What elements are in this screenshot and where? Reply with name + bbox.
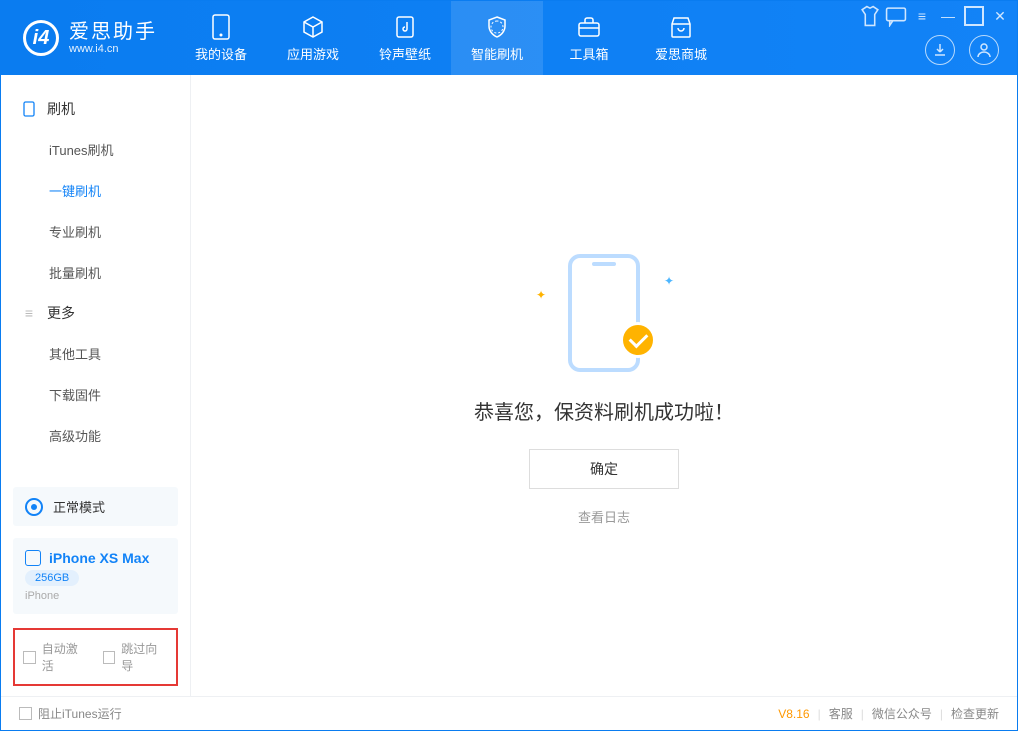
nav-store[interactable]: 爱思商城 [635,1,727,75]
view-log-link[interactable]: 查看日志 [578,507,630,526]
support-link[interactable]: 客服 [829,705,853,722]
device-icon [25,550,41,566]
titlebar-actions [925,35,999,65]
sidebar: 刷机 iTunes刷机 一键刷机 专业刷机 批量刷机 ≡ 更多 其他工具 下载固… [1,75,191,696]
check-icon [620,322,656,358]
store-icon [668,14,694,40]
minimize-button[interactable]: — [937,5,959,27]
nav-ringtones[interactable]: 铃声壁纸 [359,1,451,75]
checkbox-icon [103,651,116,664]
checkbox-icon [19,707,32,720]
titlebar: i4 爱思助手 www.i4.cn 我的设备 应用游戏 铃声壁纸 智能刷机 [1,1,1017,75]
group-title: 刷机 [47,99,75,119]
app-window: i4 爱思助手 www.i4.cn 我的设备 应用游戏 铃声壁纸 智能刷机 [0,0,1018,731]
nav-my-device[interactable]: 我的设备 [175,1,267,75]
mode-card[interactable]: 正常模式 [13,487,178,526]
success-message: 恭喜您，保资料刷机成功啦！ [474,396,734,425]
menu-icon[interactable]: ≡ [911,5,933,27]
nav-label: 应用游戏 [287,44,339,63]
download-button[interactable] [925,35,955,65]
statusbar: 阻止iTunes运行 V8.16 | 客服 | 微信公众号 | 检查更新 [1,696,1017,730]
shield-icon [484,14,510,40]
nav-toolbox[interactable]: 工具箱 [543,1,635,75]
device-name: iPhone XS Max [49,550,149,566]
sidebar-item-other[interactable]: 其他工具 [1,333,190,374]
mode-icon [25,498,43,516]
nav-label: 智能刷机 [471,44,523,63]
group-title: 更多 [47,303,75,323]
nav-label: 铃声壁纸 [379,44,431,63]
sidebar-item-advanced[interactable]: 高级功能 [1,415,190,456]
checkbox-auto-activate[interactable]: 自动激活 [23,640,89,674]
ok-button[interactable]: 确定 [529,449,679,489]
sparkle-icon: ✦ [536,288,546,302]
app-url: www.i4.cn [69,43,157,55]
checkbox-skip-guide[interactable]: 跳过向导 [103,640,169,674]
maximize-button[interactable] [963,5,985,27]
sidebar-group-more: ≡ 更多 [1,293,190,333]
cube-icon [300,14,326,40]
sidebar-group-flash: 刷机 [1,89,190,129]
device-type: iPhone [25,590,59,602]
nav-label: 我的设备 [195,44,247,63]
checkbox-label: 跳过向导 [121,640,168,674]
nav-flash[interactable]: 智能刷机 [451,1,543,75]
mode-label: 正常模式 [53,497,105,516]
music-icon [392,14,418,40]
nav-label: 工具箱 [569,44,608,63]
user-button[interactable] [969,35,999,65]
sidebar-item-batch[interactable]: 批量刷机 [1,252,190,293]
device-icon [208,14,234,40]
checkbox-block-itunes[interactable]: 阻止iTunes运行 [19,705,122,722]
logo-icon: i4 [23,20,59,56]
app-name: 爱思助手 [69,21,157,43]
options-highlight: 自动激活 跳过向导 [13,628,178,686]
checkbox-icon [23,651,36,664]
nav-label: 爱思商城 [655,44,707,63]
nav-apps[interactable]: 应用游戏 [267,1,359,75]
tshirt-icon[interactable] [859,5,881,27]
logo: i4 爱思助手 www.i4.cn [1,1,175,75]
checkbox-label: 自动激活 [42,640,89,674]
sidebar-item-firmware[interactable]: 下载固件 [1,374,190,415]
sidebar-item-pro[interactable]: 专业刷机 [1,211,190,252]
device-card[interactable]: iPhone XS Max 256GB iPhone [13,538,178,614]
sparkle-icon: ✦ [664,274,674,288]
check-update-link[interactable]: 检查更新 [951,705,999,722]
feedback-icon[interactable] [885,5,907,27]
version-label: V8.16 [778,707,809,721]
success-illustration: ✦ ✦ [534,246,674,376]
window-controls: ≡ — ✕ [859,5,1011,27]
wechat-link[interactable]: 微信公众号 [872,705,932,722]
sidebar-item-oneclick[interactable]: 一键刷机 [1,170,190,211]
phone-icon [21,101,37,117]
toolbox-icon [576,14,602,40]
top-nav: 我的设备 应用游戏 铃声壁纸 智能刷机 工具箱 爱思商城 [175,1,727,75]
checkbox-label: 阻止iTunes运行 [38,705,122,722]
list-icon: ≡ [21,305,37,321]
capacity-badge: 256GB [25,570,79,586]
close-button[interactable]: ✕ [989,5,1011,27]
body: 刷机 iTunes刷机 一键刷机 专业刷机 批量刷机 ≡ 更多 其他工具 下载固… [1,75,1017,696]
main-content: ✦ ✦ 恭喜您，保资料刷机成功啦！ 确定 查看日志 [191,75,1017,696]
sidebar-item-itunes[interactable]: iTunes刷机 [1,129,190,170]
